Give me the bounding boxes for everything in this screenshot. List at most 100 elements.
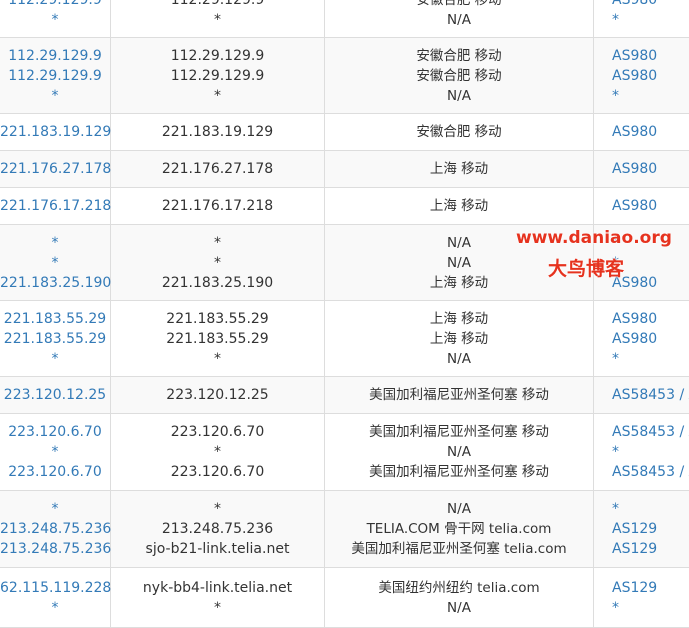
hop-ip[interactable]: 223.120.6.70 [0,422,110,442]
hop-asn[interactable]: AS980 [612,0,689,10]
hop-ip-cell: 112.29.129.9 * [0,0,111,37]
hop-location-cell: 美国加利福尼亚州圣何塞 移动 [325,377,594,413]
hop-asn[interactable]: * [612,10,689,30]
hop-asn[interactable]: AS58453 / A [612,422,689,442]
hop-asn[interactable]: AS980 [612,196,689,216]
hop-hostname: * [214,234,221,251]
hop-hostname: * [214,87,221,104]
hop-ip-cell: 221.183.55.29 221.183.55.29 * [0,301,111,376]
trace-results-table: 112.29.129.9 * 112.29.129.9 * 安徽合肥 移动 N/A AS98… [0,0,689,628]
hop-ip-cell: * * 221.183.25.190 [0,225,111,300]
hop-hostname-cell: nyk-bb4-link.telia.net * [111,568,325,627]
hop-location: N/A [447,12,471,28]
hop-asn[interactable]: AS129 [612,578,689,598]
hop-location-cell: 安徽合肥 移动 安徽合肥 移动 N/A [325,38,594,113]
hop-ip[interactable]: 221.176.17.218 [0,196,111,216]
table-row: * 213.248.75.236 213.248.75.236 * 213.248.75… [0,491,689,568]
hop-location: 安徽合肥 移动 [416,47,502,64]
hop-asn[interactable]: AS980 [612,309,689,329]
hop-asn[interactable]: AS58453 / A [612,385,689,405]
hop-location: 美国加利福尼亚州圣何塞 移动 [369,424,549,440]
hop-ip[interactable]: 223.120.12.25 [0,385,110,405]
hop-asn[interactable]: AS980 [612,273,689,293]
hop-ip[interactable]: 221.183.55.29 [0,309,110,329]
hop-asn-cell: * * AS980 [594,225,689,300]
hop-location-cell: 上海 移动 [325,188,594,224]
table-row: 221.176.27.178 221.176.27.178 上海 移动 AS980 [0,151,689,188]
hop-asn-cell: AS980 AS980 * [594,38,689,113]
table-row: 223.120.12.25 223.120.12.25 美国加利福尼亚州圣何塞 移动… [0,377,689,414]
hop-asn[interactable]: AS129 [612,519,689,539]
hop-ip[interactable]: * [0,442,110,462]
hop-asn-cell: * AS129 AS129 [594,491,689,567]
hop-hostname-cell: 221.176.27.178 [111,151,325,187]
table-row: 221.183.19.129 221.183.19.129 安徽合肥 移动 AS980 [0,114,689,151]
hop-hostname: 213.248.75.236 [161,521,274,537]
hop-ip[interactable]: 221.183.19.129 [0,122,111,142]
hop-asn-cell: AS980 [594,151,689,187]
hop-ip[interactable]: * [0,349,110,369]
hop-hostname: 112.29.129.9 [170,0,265,8]
hop-ip[interactable]: * [0,233,110,253]
hop-asn[interactable]: AS980 [612,122,689,142]
table-row: 62.115.119.228 * nyk-bb4-link.telia.net * 美国… [0,568,689,628]
hop-ip[interactable]: 112.29.129.9 [0,0,110,10]
hop-hostname: 221.176.27.178 [161,161,274,177]
hop-hostname: 221.183.25.190 [161,274,274,291]
hop-hostname: 112.29.129.9 [170,67,265,84]
hop-asn-cell: AS980 [594,188,689,224]
hop-ip[interactable]: 221.176.27.178 [0,159,111,179]
hop-ip[interactable]: 221.183.25.190 [0,273,111,293]
hop-hostname: * [214,501,221,517]
hop-hostname: nyk-bb4-link.telia.net [142,579,293,596]
hop-asn[interactable]: * [612,442,689,462]
hop-asn[interactable]: AS980 [612,329,689,349]
hop-asn[interactable]: AS980 [612,66,689,86]
hop-asn-cell: AS980 [594,114,689,150]
hop-ip[interactable]: 213.248.75.236 [0,539,111,559]
hop-asn[interactable]: AS980 [612,46,689,66]
hop-ip[interactable]: 213.248.75.236 [0,519,111,539]
hop-asn[interactable]: * [612,349,689,369]
table-row: * * 221.183.25.190 * * 221.183.25.190 N/A N/A 上海… [0,225,689,301]
hop-hostname: 112.29.129.9 [170,47,265,64]
hop-hostname-cell: 221.176.17.218 [111,188,325,224]
hop-asn[interactable]: * [612,233,689,253]
hop-location: 美国加利福尼亚州圣何塞 移动 [369,464,549,480]
hop-asn-cell: AS980 * [594,0,689,37]
hop-location: 美国纽约州纽约 telia.com [378,579,540,596]
hop-ip-cell: * 213.248.75.236 213.248.75.236 [0,491,111,567]
hop-hostname-cell: 112.29.129.9 112.29.129.9 * [111,38,325,113]
hop-ip[interactable]: * [0,10,110,30]
hop-asn[interactable]: AS58453 / A [612,462,689,482]
hop-asn-cell: AS980 AS980 * [594,301,689,376]
hop-ip[interactable]: 112.29.129.9 [0,66,110,86]
hop-ip[interactable]: 62.115.119.228 [0,578,111,598]
hop-location: N/A [447,501,471,517]
hop-ip[interactable]: * [0,86,110,106]
hop-ip[interactable]: * [0,499,110,519]
hop-ip-cell: 223.120.12.25 [0,377,111,413]
hop-location: N/A [447,350,471,367]
hop-ip[interactable]: * [0,253,110,273]
hop-ip[interactable]: 112.29.129.9 [0,46,110,66]
hop-ip[interactable]: 223.120.6.70 [0,462,110,482]
hop-ip-cell: 221.176.17.218 [0,188,111,224]
hop-asn[interactable]: * [612,86,689,106]
hop-ip[interactable]: 221.183.55.29 [0,329,110,349]
hop-hostname-cell: 223.120.6.70 * 223.120.6.70 [111,414,325,490]
hop-hostname: 221.183.19.129 [161,124,274,140]
hop-location: 上海 移动 [429,198,489,214]
hop-asn[interactable]: AS129 [612,539,689,559]
hop-asn[interactable]: AS980 [612,159,689,179]
hop-hostname: 223.120.6.70 [170,424,265,440]
hop-asn[interactable]: * [612,253,689,273]
hop-location-cell: 安徽合肥 移动 [325,114,594,150]
hop-location: 上海 移动 [429,274,489,291]
hop-asn-cell: AS58453 / A*AS58453 / A [594,414,689,490]
hop-hostname: 223.120.12.25 [166,387,269,403]
hop-hostname-cell: * * 221.183.25.190 [111,225,325,300]
hop-asn[interactable]: * [612,499,689,519]
hop-hostname-cell: 221.183.19.129 [111,114,325,150]
hop-location-cell: 安徽合肥 移动 N/A [325,0,594,37]
